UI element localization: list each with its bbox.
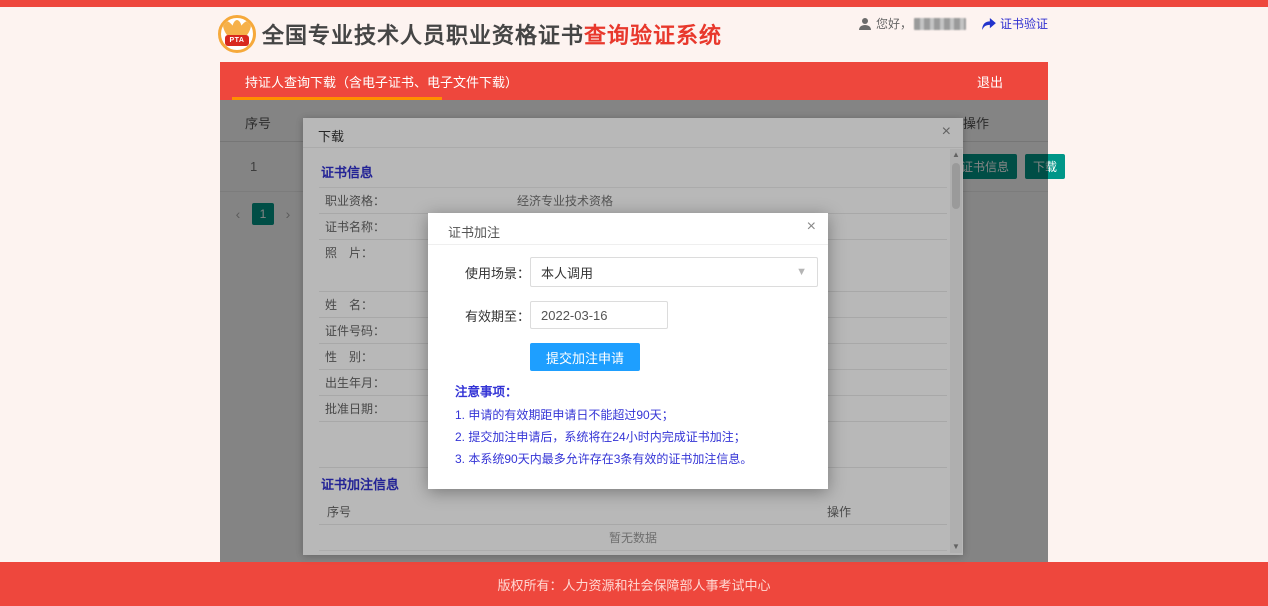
- scene-label: 使用场景：: [455, 263, 530, 282]
- pta-logo-text: PTA: [225, 35, 249, 46]
- top-red-bar: [0, 0, 1268, 7]
- scene-select-value: 本人调用: [541, 263, 593, 282]
- cert-verify-label: 证书验证: [1000, 15, 1048, 32]
- copyright-text: 版权所有：人力资源和社会保障部人事考试中心: [497, 575, 770, 594]
- expire-date-input[interactable]: [530, 301, 668, 329]
- nav-item-label: 持证人查询下载（含电子证书、电子文件下载）: [245, 72, 518, 91]
- expire-field-row: 有效期至：: [455, 301, 818, 329]
- page-header: PTA 全国专业技术人员职业资格证书查询验证系统 您好， 证书验证: [0, 7, 1268, 62]
- brand: PTA 全国专业技术人员职业资格证书查询验证系统: [218, 15, 722, 53]
- logout-button[interactable]: 退出: [977, 72, 1003, 91]
- pta-logo-icon: PTA: [218, 15, 256, 53]
- notes-title: 注意事项：: [455, 381, 818, 400]
- cert-verify-link[interactable]: 证书验证: [982, 15, 1048, 32]
- content-area: 序号 操作 1 证书信息 下载 ‹ 1 › 下载 × 证书信息 职业资格：: [220, 100, 1048, 562]
- user-box: 您好， 证书验证: [858, 15, 1048, 32]
- annotation-modal: 证书加注 × 使用场景： 本人调用 ▼ 有效期至： 提交加注申请 注意事项： 1…: [428, 213, 828, 489]
- notes-block: 注意事项： 1. 申请的有效期距申请日不能超过90天； 2. 提交加注申请后，系…: [455, 381, 818, 470]
- scene-field-row: 使用场景： 本人调用 ▼: [455, 257, 818, 287]
- main-nav: 持证人查询下载（含电子证书、电子文件下载） 退出: [220, 62, 1048, 100]
- expire-label: 有效期至：: [455, 306, 530, 325]
- user-icon: [858, 17, 872, 31]
- annotation-modal-title: 证书加注: [448, 222, 500, 241]
- annotation-modal-close-icon[interactable]: ×: [807, 219, 816, 235]
- nav-item-holder-download[interactable]: 持证人查询下载（含电子证书、电子文件下载）: [245, 62, 518, 100]
- submit-annotation-button[interactable]: 提交加注申请: [530, 343, 640, 371]
- note-line-2: 2. 提交加注申请后，系统将在24小时内完成证书加注；: [455, 426, 818, 448]
- page-title: 全国专业技术人员职业资格证书查询验证系统: [262, 18, 722, 50]
- page-title-main: 全国专业技术人员职业资格证书: [262, 23, 584, 48]
- note-line-1: 1. 申请的有效期距申请日不能超过90天；: [455, 404, 818, 426]
- chevron-down-icon: ▼: [796, 266, 807, 278]
- scene-select[interactable]: 本人调用 ▼: [530, 257, 818, 287]
- greeting-text: 您好，: [876, 15, 912, 32]
- page-footer: 版权所有：人力资源和社会保障部人事考试中心: [0, 562, 1268, 606]
- user-name-redacted: [914, 18, 966, 30]
- note-line-3: 3. 本系统90天内最多允许存在3条有效的证书加注信息。: [455, 448, 818, 470]
- annotation-modal-header: 证书加注 ×: [428, 213, 828, 245]
- share-arrow-icon: [982, 18, 996, 30]
- page-title-accent: 查询验证系统: [584, 23, 722, 48]
